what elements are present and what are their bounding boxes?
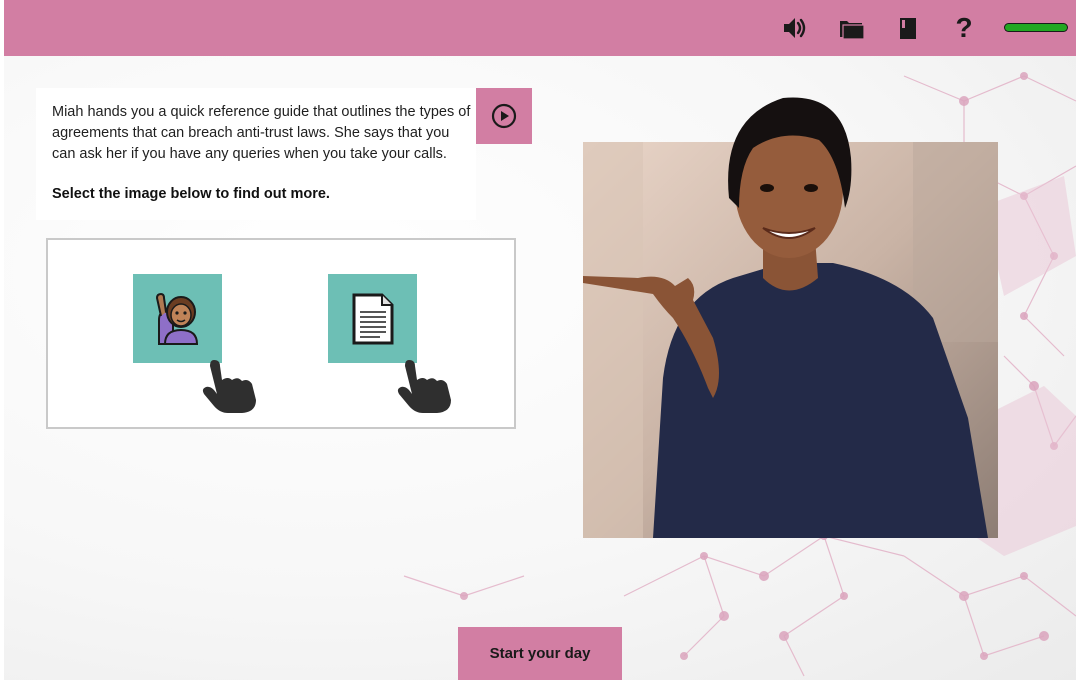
progress-bar (1004, 23, 1068, 32)
slide-frame: ? Miah hands you a quick reference guide… (4, 0, 1076, 680)
image-selection-panel (46, 238, 516, 429)
progress-fill (1005, 24, 1067, 31)
folder-icon[interactable] (838, 14, 866, 42)
intro-paragraph: Miah hands you a quick reference guide t… (52, 104, 471, 162)
play-icon (491, 103, 517, 129)
tile-document[interactable] (328, 274, 417, 363)
intro-text-box: Miah hands you a quick reference guide t… (36, 88, 476, 220)
play-audio-button[interactable] (476, 88, 532, 144)
document-icon (352, 293, 394, 345)
speaker-icon[interactable] (780, 14, 808, 42)
book-icon[interactable] (894, 14, 922, 42)
person-raising-hand-icon (155, 292, 199, 345)
miah-character-photo (583, 97, 998, 538)
start-your-day-button[interactable]: Start your day (458, 627, 622, 680)
pointer-hand-icon (202, 360, 256, 413)
tile-person-raising-hand[interactable] (133, 274, 222, 363)
instruction-text: Select the image below to find out more. (52, 186, 330, 202)
top-toolbar: ? (4, 0, 1076, 56)
pointer-hand-icon (397, 360, 451, 413)
help-icon[interactable]: ? (950, 14, 978, 42)
